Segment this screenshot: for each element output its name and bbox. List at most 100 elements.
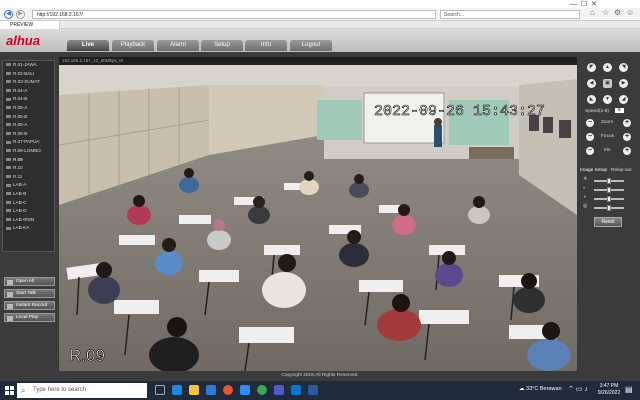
notification-icon[interactable]: ▤ — [625, 385, 633, 394]
tab-preview[interactable]: PREVIEW — [0, 21, 60, 29]
store-icon[interactable] — [206, 385, 216, 395]
channel-item[interactable]: LAB-IRSN — [3, 216, 54, 225]
ie-icon[interactable] — [308, 385, 318, 395]
firefox-icon[interactable] — [223, 385, 233, 395]
window-controls[interactable]: — ☐ ✕ — [570, 0, 597, 8]
forward-icon[interactable]: ▶ — [16, 10, 25, 19]
camera-icon — [6, 63, 11, 67]
channel-item[interactable]: R.02-BALI — [3, 70, 54, 79]
slider-knob[interactable] — [607, 205, 611, 211]
saturation-slider[interactable] — [594, 196, 624, 202]
browser-search-input[interactable]: Search... — [440, 10, 580, 19]
slider-knob[interactable] — [607, 178, 611, 184]
outlook-icon[interactable] — [291, 385, 301, 395]
channel-item[interactable]: R.01-JAWA — [3, 61, 54, 70]
ptz-center-icon[interactable]: ▣ — [603, 79, 612, 88]
camera-icon — [6, 140, 11, 144]
back-icon[interactable]: ◀ — [4, 10, 13, 19]
channel-item[interactable]: LAB-A — [3, 181, 54, 190]
tab-playback[interactable]: Playback — [112, 40, 154, 51]
focus-out-icon[interactable]: − — [586, 133, 594, 141]
channel-item[interactable]: R.06-A — [3, 121, 54, 130]
live-video-view[interactable]: 2022-09-26 15:43:27 R.09 — [59, 65, 577, 371]
ptz-down-left-icon[interactable]: ◣ — [587, 95, 596, 104]
task-view-icon[interactable] — [155, 385, 165, 395]
camera-icon — [6, 157, 11, 161]
slider-knob[interactable] — [607, 187, 611, 193]
channel-item[interactable]: R.06-B — [3, 130, 54, 139]
camera-icon — [6, 89, 11, 93]
channel-item[interactable]: R.10 — [3, 164, 54, 173]
taskbar-search-input[interactable]: ⌕ Type here to search — [17, 383, 147, 398]
channel-item[interactable]: R.03-SUMAT — [3, 78, 54, 87]
camera-icon — [6, 123, 11, 127]
browser-address-bar: ◀ ▶ http://192.168.2.167/ Search... ⌂ ☆ … — [0, 8, 640, 21]
contrast-slider[interactable] — [594, 187, 624, 193]
channel-item[interactable]: R.04-B — [3, 95, 54, 104]
url-input[interactable]: http://192.168.2.167/ — [32, 10, 436, 19]
star-icon[interactable]: ☆ — [602, 8, 609, 18]
channel-item[interactable]: R.11 — [3, 173, 54, 182]
hue-icon: ◎ — [583, 204, 588, 209]
channel-item[interactable]: R.05-A — [3, 104, 54, 113]
tray-icons[interactable]: ⌃ ▭ ♪ — [568, 385, 588, 393]
weather-text: 33°C Berawan — [526, 386, 562, 392]
channel-label: R.05-B — [13, 113, 28, 119]
channel-item[interactable]: LAB-D — [3, 207, 54, 216]
start-talk-button[interactable]: Start Talk — [4, 289, 55, 298]
instant-record-button[interactable]: Instant Record — [4, 301, 55, 310]
teams-icon[interactable] — [274, 385, 284, 395]
zoom-in-icon[interactable]: + — [623, 119, 631, 127]
play-icon — [7, 315, 13, 321]
ptz-up-right-icon[interactable]: ◥ — [619, 63, 628, 72]
tab-info[interactable]: Info — [245, 40, 287, 51]
image-setup-tab[interactable]: Image Setup — [580, 168, 607, 173]
channel-item[interactable]: R.07-PAPUA — [3, 138, 54, 147]
ptz-down-right-icon[interactable]: ◢ — [619, 95, 628, 104]
file-explorer-icon[interactable] — [189, 385, 199, 395]
reset-button[interactable]: Reset — [594, 217, 622, 227]
relay-out-tab[interactable]: Relay-out — [611, 168, 632, 173]
left-button-group: Open All Start Talk Instant Record Local… — [4, 277, 55, 325]
gear-icon[interactable]: ⚙ — [614, 8, 621, 18]
smiley-icon[interactable]: ☺ — [626, 8, 634, 18]
channel-item[interactable]: R.09 — [3, 156, 54, 165]
ptz-up-left-icon[interactable]: ◤ — [587, 63, 596, 72]
chrome-icon[interactable] — [257, 385, 267, 395]
tab-logout[interactable]: Logout — [290, 40, 332, 51]
channel-item[interactable]: LAB-C — [3, 199, 54, 208]
tab-live[interactable]: Live — [67, 40, 109, 51]
ptz-left-icon[interactable]: ◀ — [587, 79, 596, 88]
hue-slider[interactable] — [594, 205, 624, 211]
zoom-app-icon[interactable] — [240, 385, 250, 395]
zoom-out-icon[interactable]: − — [586, 119, 594, 127]
ptz-down-icon[interactable]: ▼ — [603, 95, 612, 104]
weather-widget[interactable]: ☁ 33°C Berawan — [519, 386, 562, 392]
iris-open-icon[interactable]: + — [623, 147, 631, 155]
tab-setup[interactable]: Setup — [201, 40, 243, 51]
iris-close-icon[interactable]: − — [586, 147, 594, 155]
camera-icon — [6, 192, 11, 196]
video-timestamp: 2022-09-26 15:43:27 — [374, 103, 545, 120]
open-all-button[interactable]: Open All — [4, 277, 55, 286]
local-play-button[interactable]: Local Play — [4, 313, 55, 322]
channel-item[interactable]: R.08-LOMBO — [3, 147, 54, 156]
channel-item[interactable]: LAB-KA — [3, 224, 54, 233]
speed-label: Speed(1-8) — [585, 109, 609, 114]
home-icon[interactable]: ⌂ — [590, 8, 595, 18]
channel-item[interactable]: LAB-B — [3, 190, 54, 199]
focus-in-icon[interactable]: + — [623, 133, 631, 141]
ptz-right-icon[interactable]: ▶ — [619, 79, 628, 88]
tab-alarm[interactable]: Alarm — [157, 40, 199, 51]
edge-icon[interactable] — [172, 385, 182, 395]
channel-item[interactable]: R.04-A — [3, 87, 54, 96]
iris-label: Iris — [604, 148, 611, 153]
windows-start-icon[interactable] — [5, 386, 14, 395]
channel-item[interactable]: R.05-B — [3, 113, 54, 122]
taskbar-clock[interactable]: 3:47 PM 9/26/2022 — [596, 383, 622, 397]
channel-label: R.04-B — [13, 96, 28, 102]
brightness-slider[interactable] — [594, 178, 624, 184]
slider-knob[interactable] — [607, 196, 611, 202]
ptz-up-icon[interactable]: ▲ — [603, 63, 612, 72]
speed-select[interactable]: 5 — [615, 108, 624, 113]
